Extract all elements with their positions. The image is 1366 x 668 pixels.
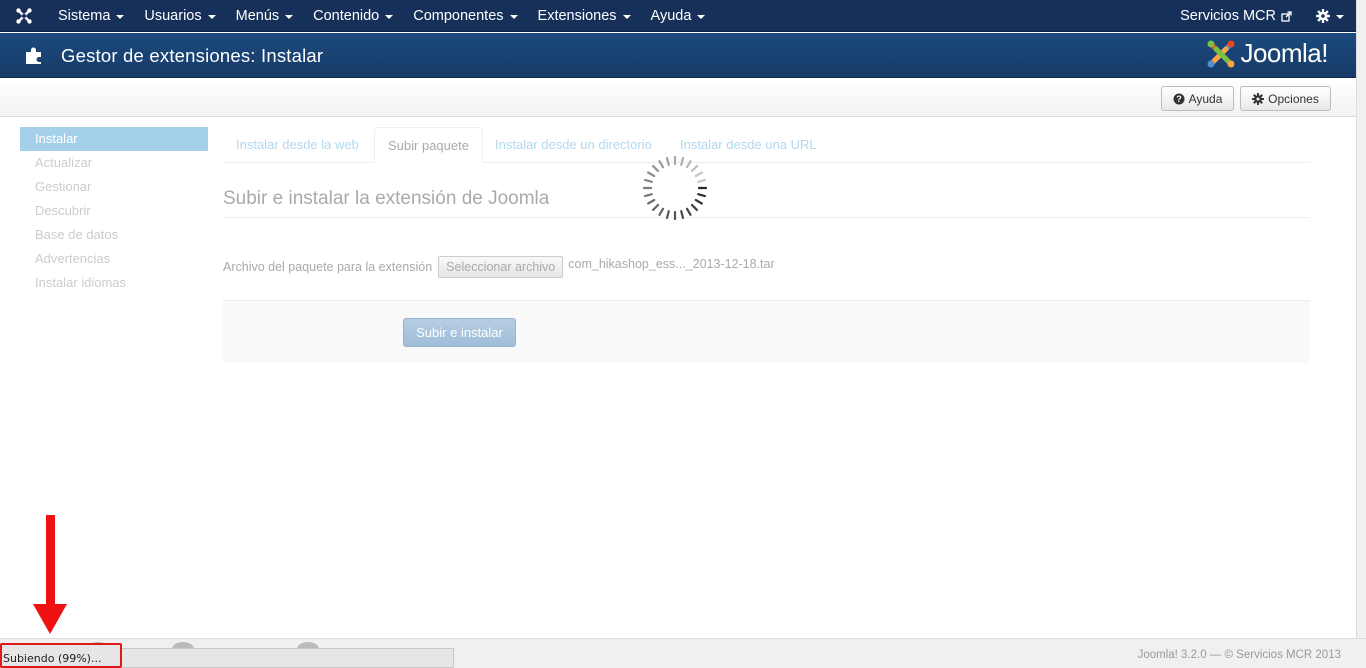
- loading-spinner-icon: [642, 155, 708, 221]
- toolbar: ? Ayuda Opciones: [0, 78, 1356, 117]
- page-title: Gestor de extensiones: Instalar: [61, 45, 324, 66]
- footer-copyright: Joomla! 3.2.0 — © Servicios MCR 2013: [1137, 649, 1341, 661]
- external-link-icon: [1281, 10, 1292, 22]
- caret-down-icon: [509, 14, 518, 19]
- caret-down-icon: [207, 14, 216, 19]
- top-navbar: Sistema Usuarios Menús Contenido Compone…: [0, 0, 1366, 32]
- svg-text:?: ?: [1176, 94, 1182, 104]
- annotation-arrow-head: [33, 604, 67, 634]
- menu-label: Ayuda: [650, 7, 692, 24]
- menu-usuarios[interactable]: Usuarios: [134, 0, 225, 32]
- upload-status-text: Subiendo (99%)...: [3, 652, 102, 665]
- menu-sistema[interactable]: Sistema: [48, 0, 134, 32]
- user-menu[interactable]: [1316, 9, 1344, 23]
- question-circle-icon: ?: [1173, 93, 1185, 104]
- joomla-logo-icon[interactable]: [0, 0, 48, 32]
- sidebar-item-advertencias[interactable]: Advertencias: [20, 247, 208, 271]
- sidebar-item-gestionar[interactable]: Gestionar: [20, 175, 208, 199]
- menu-label: Usuarios: [144, 7, 202, 24]
- site-name: Servicios MCR: [1180, 8, 1276, 24]
- menu-label: Contenido: [313, 7, 380, 24]
- selected-file-name: com_hikashop_ess..._2013-12-18.tar: [568, 257, 775, 271]
- site-link[interactable]: Servicios MCR: [1180, 8, 1292, 24]
- sidebar-item-descubrir[interactable]: Descubrir: [20, 199, 208, 223]
- sidebar-item-actualizar[interactable]: Actualizar: [20, 151, 208, 175]
- help-button[interactable]: ? Ayuda: [1161, 86, 1234, 111]
- help-label: Ayuda: [1188, 91, 1223, 106]
- tab-instalar-desde-web[interactable]: Instalar desde la web: [223, 127, 372, 163]
- sidebar-item-instalar[interactable]: Instalar: [20, 127, 208, 151]
- sidebar-item-instalar-idiomas[interactable]: Instalar idiomas: [20, 271, 208, 295]
- caret-down-icon: [116, 14, 125, 19]
- brand-name: Joomla!: [1240, 38, 1328, 68]
- menu-label: Sistema: [58, 7, 111, 24]
- install-tabs: Instalar desde la web Subir paquete Inst…: [223, 127, 1310, 163]
- menu-extensiones[interactable]: Extensiones: [528, 0, 641, 32]
- annotation-arrow: [46, 515, 55, 607]
- joomla-brand: Joomla!: [1206, 38, 1328, 69]
- tab-instalar-desde-directorio[interactable]: Instalar desde un directorio: [482, 127, 665, 163]
- tab-subir-paquete[interactable]: Subir paquete: [374, 127, 483, 163]
- gear-icon: [1252, 92, 1265, 105]
- options-label: Opciones: [1268, 91, 1319, 106]
- page-scrollbar[interactable]: [1356, 0, 1366, 638]
- gear-icon: [1316, 9, 1330, 23]
- menu-menus[interactable]: Menús: [226, 0, 304, 32]
- menu-label: Menús: [235, 7, 280, 24]
- page-header: Gestor de extensiones: Instalar Joomla!: [0, 33, 1366, 78]
- caret-down-icon: [1336, 15, 1344, 19]
- puzzle-icon: [26, 47, 41, 64]
- menu-componentes[interactable]: Componentes: [403, 0, 527, 32]
- caret-down-icon: [622, 14, 631, 19]
- choose-file-button[interactable]: Seleccionar archivo: [438, 256, 564, 278]
- caret-down-icon: [285, 14, 294, 19]
- package-file-field: Archivo del paquete para la extensión Se…: [223, 256, 775, 278]
- menu-label: Extensiones: [537, 7, 617, 24]
- menu-contenido[interactable]: Contenido: [303, 0, 403, 32]
- menu-ayuda[interactable]: Ayuda: [641, 0, 716, 32]
- caret-down-icon: [697, 14, 706, 19]
- joomla-brand-icon: [1207, 40, 1235, 67]
- options-button[interactable]: Opciones: [1240, 86, 1331, 111]
- field-label: Archivo del paquete para la extensión: [223, 260, 433, 274]
- sidebar-item-base-de-datos[interactable]: Base de datos: [20, 223, 208, 247]
- form-actions: Subir e instalar: [223, 300, 1310, 363]
- upload-install-button[interactable]: Subir e instalar: [403, 318, 516, 347]
- section-title: Subir e instalar la extensión de Joomla: [223, 188, 550, 209]
- menu-label: Componentes: [413, 7, 504, 24]
- sidebar: Instalar Actualizar Gestionar Descubrir …: [20, 127, 208, 295]
- caret-down-icon: [385, 14, 394, 19]
- divider: [223, 217, 1310, 218]
